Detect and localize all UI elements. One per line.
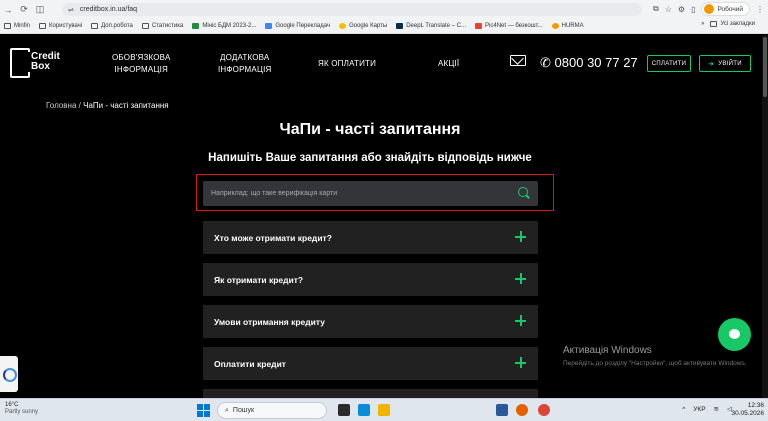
browser-actions: ⧉ ☆ ⚙ ▯ Робочий ⋮ xyxy=(653,2,764,16)
bookmark-item[interactable]: Статистика xyxy=(141,23,183,29)
folder-icon xyxy=(91,23,99,29)
system-tray: ^ УКР ≋ ◁ xyxy=(682,405,732,414)
chrome-icon[interactable] xyxy=(538,404,550,416)
profile-button[interactable]: Робочий xyxy=(701,2,750,16)
windows-taskbar: 16°C Partly sunny ⌕ Пошук ^ УКР ≋ ◁ 12:3… xyxy=(0,398,768,421)
nav-how-to-pay[interactable]: ЯК ОПЛАТИТИ xyxy=(318,58,376,70)
maps-icon xyxy=(339,23,347,29)
language-indicator[interactable]: УКР xyxy=(693,406,705,413)
search-icon: ⌕ xyxy=(225,406,229,414)
bookmark-item[interactable]: Minfin xyxy=(4,23,30,29)
login-button[interactable]: ➜ УВІЙТИ xyxy=(699,55,751,72)
page-subtitle: Напишіть Ваше запитання або знайдіть від… xyxy=(208,152,532,164)
address-bar[interactable]: ⇌ creditbox.in.ua/faq xyxy=(62,3,642,16)
folder-icon xyxy=(710,21,718,27)
plus-icon[interactable] xyxy=(515,357,526,368)
bookmarks-more[interactable]: » xyxy=(701,21,704,27)
bookmark-item[interactable]: Доп.робота xyxy=(91,23,133,29)
scrollbar-thumb[interactable] xyxy=(763,37,767,97)
bookmark-item[interactable]: Google Карты xyxy=(339,23,387,29)
pic4net-icon xyxy=(475,23,483,29)
cast-icon[interactable]: ⧉ xyxy=(653,4,659,14)
search-input[interactable] xyxy=(211,190,501,197)
faq-item[interactable]: Оплатити кредит xyxy=(203,347,538,380)
clock[interactable]: 12:36 30.05.2026 xyxy=(731,402,764,418)
hurma-icon xyxy=(551,23,559,29)
chevron-up-icon[interactable]: ^ xyxy=(682,406,685,413)
bookmark-item[interactable]: DeepL Translate – C... xyxy=(396,23,466,29)
breadcrumb: Головна / ЧаПи - часті запитання xyxy=(46,101,169,110)
firefox-icon[interactable] xyxy=(516,404,528,416)
windows-start-icon[interactable] xyxy=(197,404,210,417)
deepl-icon xyxy=(396,23,404,29)
teams-icon[interactable] xyxy=(358,404,370,416)
word-icon[interactable] xyxy=(496,404,508,416)
site-info-icon[interactable]: ⇌ xyxy=(68,6,74,14)
browser-toolbar: → ⟳ ◫ ⇌ creditbox.in.ua/faq ⧉ ☆ ⚙ ▯ Робо… xyxy=(0,0,768,19)
bookmark-item[interactable]: Мініс БДМ 2023-2... xyxy=(192,23,256,29)
login-icon: ➜ xyxy=(708,60,715,68)
url-text: creditbox.in.ua/faq xyxy=(79,6,138,13)
weather-widget[interactable]: 16°C Partly sunny xyxy=(5,402,38,416)
pay-button[interactable]: СПЛАТИТИ xyxy=(647,55,691,72)
faq-item[interactable]: Умови отримання кредиту xyxy=(203,305,538,338)
faq-item-partial[interactable] xyxy=(203,389,538,398)
breadcrumb-home[interactable]: Головна xyxy=(46,101,76,110)
folder-icon xyxy=(39,23,47,29)
star-icon[interactable]: ☆ xyxy=(665,5,672,14)
bookmark-item[interactable]: HURMA xyxy=(551,23,584,29)
reload-icon[interactable]: ⟳ xyxy=(16,4,32,15)
bookmark-item[interactable]: Google Перекладач xyxy=(265,23,330,29)
bookmark-item[interactable]: Користувачі xyxy=(39,23,82,29)
page-scrollbar[interactable] xyxy=(762,35,768,398)
nav-additional-info[interactable]: ДОДАТКОВА ІНФОРМАЦІЯ xyxy=(218,52,271,76)
split-icon[interactable]: ◫ xyxy=(32,4,48,15)
task-view-icon[interactable] xyxy=(338,404,350,416)
mail-icon[interactable] xyxy=(510,55,526,66)
page-title: ЧаПи - часті запитання xyxy=(279,121,461,138)
plus-icon[interactable] xyxy=(515,315,526,326)
menu-icon[interactable]: ⋮ xyxy=(756,5,764,14)
taskbar-search[interactable]: ⌕ Пошук xyxy=(217,402,327,419)
chat-button[interactable] xyxy=(718,318,751,351)
translate-icon xyxy=(265,23,273,29)
profile-avatar-icon xyxy=(704,4,715,14)
faq-item[interactable]: Як отримати кредит? xyxy=(203,263,538,296)
sheet-icon xyxy=(192,23,200,29)
search-field xyxy=(203,181,538,206)
search-icon[interactable] xyxy=(518,187,528,197)
logo[interactable]: Credit Box xyxy=(10,48,70,80)
folder-icon xyxy=(4,23,11,29)
phone-icon: ✆ xyxy=(540,55,551,70)
file-explorer-icon[interactable] xyxy=(378,404,390,416)
bookmarks-bar: Minfin Користувачі Доп.робота Статистика… xyxy=(0,19,768,34)
extensions-icon[interactable]: ⚙ xyxy=(678,5,685,14)
nav-promotions[interactable]: АКЦІЇ xyxy=(438,58,459,70)
plus-icon[interactable] xyxy=(515,231,526,242)
wifi-icon[interactable]: ≋ xyxy=(714,405,719,413)
faq-item[interactable]: Хто може отримати кредит? xyxy=(203,221,538,254)
nav-mandatory-info[interactable]: ОБОВ'ЯЗКОВА ІНФОРМАЦІЯ xyxy=(112,52,170,76)
breadcrumb-current: ЧаПи - часті запитання xyxy=(83,101,169,110)
recaptcha-badge[interactable] xyxy=(0,356,18,392)
sidepanel-icon[interactable]: ▯ xyxy=(691,5,695,14)
plus-icon[interactable] xyxy=(515,273,526,284)
phone-link[interactable]: ✆ 0800 30 77 27 xyxy=(540,55,638,71)
bookmark-item[interactable]: Pic4Net — безкошт... xyxy=(475,23,543,29)
folder-icon xyxy=(141,23,149,29)
all-bookmarks[interactable]: Усі закладки xyxy=(710,21,755,27)
site-header: Credit Box ОБОВ'ЯЗКОВА ІНФОРМАЦІЯ ДОДАТК… xyxy=(0,35,768,93)
back-icon[interactable]: → xyxy=(0,5,16,15)
